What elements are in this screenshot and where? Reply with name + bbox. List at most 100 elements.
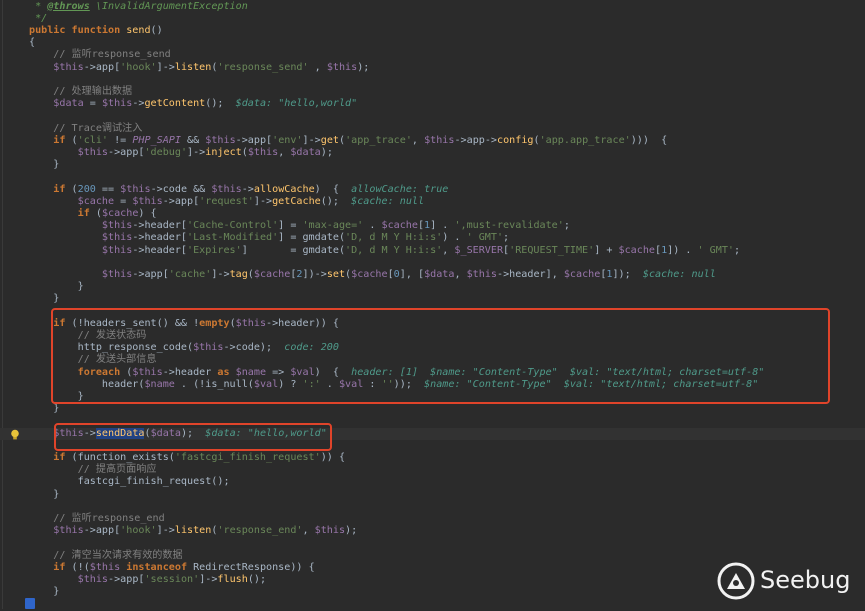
code-line[interactable]: $this->header['Cache-Control'] = 'max-ag… bbox=[0, 220, 865, 232]
code-token: 'app.app_trace' bbox=[539, 134, 631, 146]
code-line[interactable]: // 提高页面响应 bbox=[0, 464, 865, 476]
code-line[interactable]: } bbox=[0, 159, 865, 171]
code-token: , bbox=[454, 268, 467, 280]
code-line[interactable]: { bbox=[0, 37, 865, 49]
code-line[interactable]: $this->header['Last-Modified'] = gmdate(… bbox=[0, 232, 865, 244]
code-token: } bbox=[29, 586, 60, 598]
code-token: (); bbox=[205, 98, 236, 110]
code-token: ] . bbox=[430, 220, 455, 232]
code-token: -> bbox=[241, 183, 254, 195]
code-line[interactable] bbox=[0, 415, 865, 427]
code-line[interactable]: // 监听response_send bbox=[0, 49, 865, 61]
code-token: if bbox=[29, 561, 72, 573]
code-line[interactable] bbox=[0, 171, 865, 183]
code-token: @throws bbox=[47, 0, 90, 12]
code-token: ->app-> bbox=[454, 134, 498, 146]
code-line[interactable]: if (200 == $this->code && $this->allowCa… bbox=[0, 184, 865, 196]
code-token: // 清空当次请求有效的数据 bbox=[29, 549, 183, 561]
code-line[interactable] bbox=[0, 74, 865, 86]
code-token: $this bbox=[101, 98, 133, 110]
code-token: $this bbox=[29, 268, 133, 280]
code-token: , bbox=[308, 61, 327, 73]
scroll-indicator[interactable] bbox=[25, 598, 35, 609]
code-token: 'response_send' bbox=[217, 61, 309, 73]
code-line[interactable]: $this->app['debug']->inject($this, $data… bbox=[0, 147, 865, 159]
code-line[interactable]: $data = $this->getContent(); $data: "hel… bbox=[0, 98, 865, 110]
code-token: . (!is_null( bbox=[174, 378, 254, 390]
code-line[interactable]: foreach ($this->header as $name => $val)… bbox=[0, 367, 865, 379]
code-line[interactable]: $this->header['Expires'] = gmdate('D, d … bbox=[0, 245, 865, 257]
code-token: $data bbox=[29, 98, 84, 110]
code-line[interactable]: // 清空当次请求有效的数据 bbox=[0, 550, 865, 562]
code-line[interactable]: // 处理输出数据 bbox=[0, 86, 865, 98]
code-line[interactable]: } bbox=[0, 403, 865, 415]
code-token: PHP_SAPI bbox=[132, 134, 181, 146]
code-line[interactable]: $this->app['hook']->listen('response_sen… bbox=[0, 62, 865, 74]
code-token: header( bbox=[29, 378, 145, 390]
code-token: (function_exists( bbox=[71, 451, 175, 463]
code-line[interactable]: public function send() bbox=[0, 25, 865, 37]
code-line[interactable] bbox=[0, 440, 865, 452]
code-token: 'session' bbox=[144, 573, 200, 585]
code-token: 'Last-Modified' bbox=[187, 232, 279, 244]
code-line[interactable]: if (!headers_sent() && !empty($this->hea… bbox=[0, 318, 865, 330]
code-line[interactable]: */ bbox=[0, 13, 865, 25]
code-line[interactable] bbox=[0, 537, 865, 549]
code-token: ->header[ bbox=[132, 232, 188, 244]
code-line[interactable]: } bbox=[0, 293, 865, 305]
code-token: ] = gmdate( bbox=[278, 232, 346, 244]
code-token: ]-> bbox=[199, 573, 218, 585]
code-line[interactable]: // 监听response_end bbox=[0, 513, 865, 525]
code-token: , bbox=[411, 134, 425, 146]
code-line[interactable]: $cache = $this->app['request']->getCache… bbox=[0, 196, 865, 208]
code-token: ' GMT' bbox=[466, 232, 504, 244]
code-token: fastcgi_finish_request(); bbox=[29, 476, 230, 488]
code-token: $this bbox=[29, 61, 84, 73]
code-line[interactable]: if ('cli' != PHP_SAPI && $this->app['env… bbox=[0, 135, 865, 147]
code-token: , bbox=[302, 525, 315, 537]
code-line[interactable]: * @throws \InvalidArgumentException bbox=[0, 1, 865, 13]
code-line[interactable]: $this->sendData($data); $data: "hello,wo… bbox=[0, 427, 865, 440]
code-token: 'D, d M Y H:i:s' bbox=[345, 232, 443, 244]
code-token: instanceof bbox=[126, 561, 194, 573]
code-token: } bbox=[29, 281, 84, 293]
code-token: // 提高页面响应 bbox=[29, 464, 157, 476]
code-token: $cache bbox=[351, 268, 388, 280]
code-line[interactable]: header($name . (!is_null($val) ? ':' . $… bbox=[0, 379, 865, 391]
code-token: 'hook' bbox=[120, 61, 157, 73]
code-token: ) { bbox=[314, 366, 352, 378]
code-line[interactable]: http_response_code($this->code); code: 2… bbox=[0, 342, 865, 354]
code-token: ]-> bbox=[253, 195, 273, 207]
code-token: $this bbox=[314, 525, 346, 537]
code-line[interactable] bbox=[0, 306, 865, 318]
code-line[interactable]: // Trace调试注入 bbox=[0, 123, 865, 135]
code-token: public function bbox=[29, 24, 127, 36]
code-line[interactable] bbox=[0, 501, 865, 513]
code-line[interactable]: $this->app['hook']->listen('response_end… bbox=[0, 525, 865, 537]
code-line[interactable]: // 发送头部信息 bbox=[0, 354, 865, 366]
code-token: ; bbox=[563, 220, 570, 232]
code-line[interactable]: if (function_exists('fastcgi_finish_requ… bbox=[0, 452, 865, 464]
code-line[interactable] bbox=[0, 110, 865, 122]
code-token: $_SERVER bbox=[454, 244, 504, 256]
code-token: ->app[ bbox=[235, 134, 273, 146]
code-line[interactable] bbox=[0, 257, 865, 269]
code-token: $this bbox=[193, 342, 224, 354]
code-editor[interactable]: * @throws \InvalidArgumentException */pu… bbox=[0, 0, 865, 609]
lightbulb-icon[interactable] bbox=[10, 429, 20, 441]
code-line[interactable]: fastcgi_finish_request(); bbox=[0, 476, 865, 488]
code-token: ; bbox=[503, 232, 510, 244]
code-token: listen bbox=[174, 61, 212, 73]
code-token: // 监听response_end bbox=[29, 512, 165, 524]
code-token: $val bbox=[338, 378, 364, 390]
code-token: ])-> bbox=[302, 268, 327, 280]
code-line[interactable]: // 发送状态码 bbox=[0, 330, 865, 342]
code-token: } bbox=[29, 390, 84, 402]
code-line[interactable]: } bbox=[0, 281, 865, 293]
code-token: $cache bbox=[618, 244, 655, 256]
code-line[interactable]: $this->app['cache']->tag($cache[2])->set… bbox=[0, 269, 865, 281]
code-line[interactable]: if ($cache) { bbox=[0, 208, 865, 220]
code-line[interactable]: } bbox=[0, 489, 865, 501]
code-line[interactable]: } bbox=[0, 391, 865, 403]
code-token: ], [ bbox=[399, 268, 425, 280]
